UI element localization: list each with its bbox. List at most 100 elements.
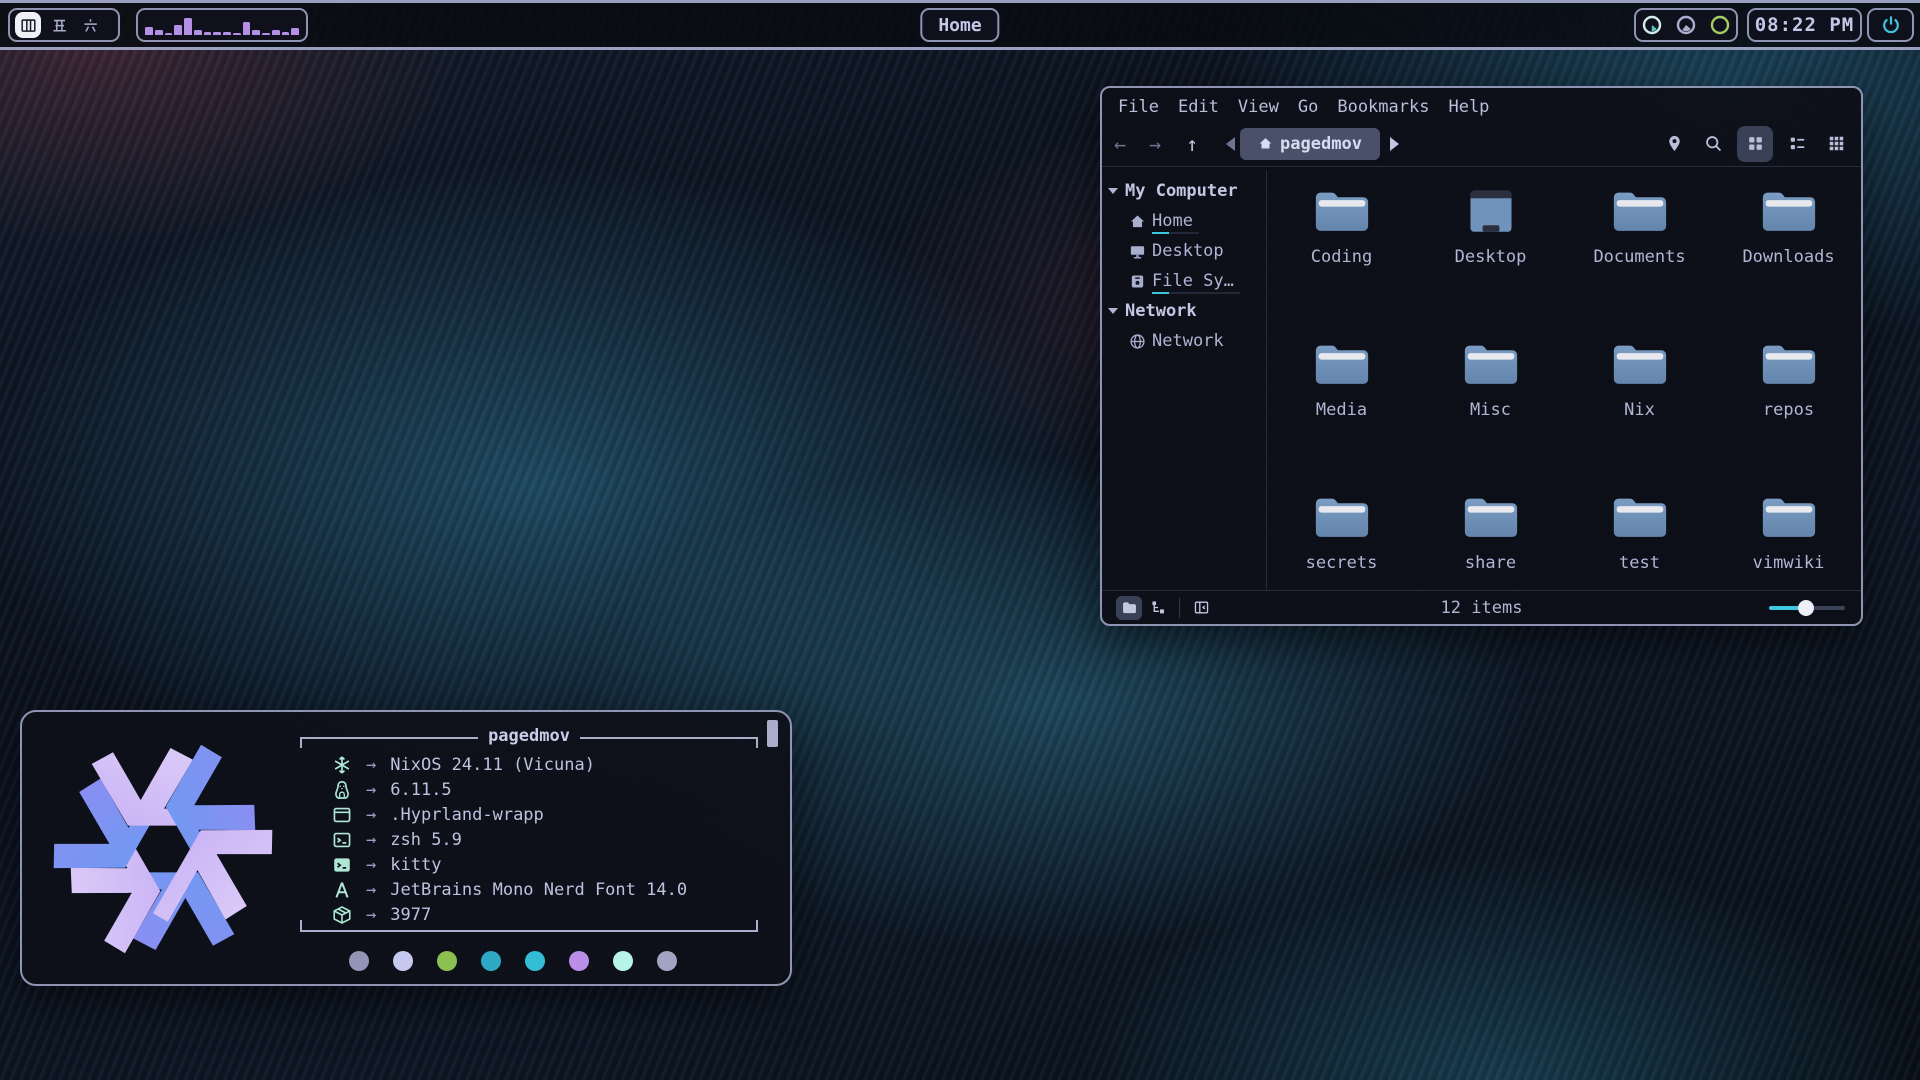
palette-dot bbox=[569, 951, 589, 971]
fetch-row: →.Hyprland-wrapp bbox=[300, 802, 758, 827]
fetch-row: →6.11.5 bbox=[300, 777, 758, 802]
monitor-icon bbox=[1129, 243, 1146, 260]
folder-item[interactable]: Coding bbox=[1267, 184, 1416, 337]
terminal-icon bbox=[332, 855, 352, 875]
workspace-button[interactable] bbox=[77, 12, 103, 38]
menu-edit[interactable]: Edit bbox=[1178, 97, 1219, 117]
show-tree-button[interactable] bbox=[1145, 596, 1171, 620]
gauge-lavender bbox=[1675, 14, 1697, 36]
fetch-rows: → NixOS 24.11 (Vicuna)→6.11.5→.Hyprland-w… bbox=[300, 752, 758, 927]
folder-icon bbox=[1612, 493, 1668, 541]
menu-bar: File Edit View Go Bookmarks Help bbox=[1102, 88, 1861, 121]
folder-item[interactable]: repos bbox=[1714, 337, 1863, 490]
visualizer-bar bbox=[252, 30, 260, 35]
folder-label: Desktop bbox=[1455, 247, 1527, 267]
drive-icon bbox=[1129, 273, 1146, 290]
audio-visualizer bbox=[136, 8, 308, 42]
wm-icon bbox=[332, 805, 352, 825]
icon-zoom-slider[interactable] bbox=[1769, 601, 1845, 615]
desktop-big-icon bbox=[1463, 187, 1519, 235]
font-icon bbox=[332, 880, 352, 900]
forward-button[interactable]: → bbox=[1149, 132, 1161, 156]
show-folders-button[interactable] bbox=[1116, 596, 1142, 620]
palette-dot bbox=[349, 951, 369, 971]
list-view-button[interactable] bbox=[1782, 129, 1812, 159]
folder-item[interactable]: Nix bbox=[1565, 337, 1714, 490]
visualizer-bar bbox=[155, 30, 163, 35]
nixos-logo bbox=[46, 732, 280, 966]
status-bar: 12 items bbox=[1102, 590, 1861, 624]
folder-grid: Coding Desktop DocumentsDownloads Media Misc… bbox=[1266, 170, 1863, 590]
fetch-row: →zsh 5.9 bbox=[300, 827, 758, 852]
workspace-button[interactable] bbox=[46, 12, 72, 38]
palette-dot bbox=[657, 951, 677, 971]
visualizer-bar bbox=[223, 32, 231, 35]
folder-item[interactable]: Desktop bbox=[1416, 184, 1565, 337]
sidebar-item-desktop[interactable]: Desktop bbox=[1102, 236, 1266, 266]
shell-icon bbox=[332, 830, 352, 850]
search-icon[interactable] bbox=[1698, 129, 1728, 159]
folder-item[interactable]: Documents bbox=[1565, 184, 1714, 337]
slider-knob[interactable] bbox=[1798, 600, 1814, 616]
folder-icon bbox=[1314, 187, 1370, 235]
folder-label: share bbox=[1465, 553, 1516, 573]
folder-label: Misc bbox=[1470, 400, 1511, 420]
path-scroll-right-icon[interactable] bbox=[1390, 137, 1399, 151]
menu-view[interactable]: View bbox=[1238, 97, 1279, 117]
fetch-box-bottom bbox=[300, 920, 758, 932]
nixos-icon bbox=[332, 755, 352, 775]
toggle-panel-button[interactable] bbox=[1188, 596, 1214, 620]
visualizer-bar bbox=[262, 33, 270, 35]
menu-help[interactable]: Help bbox=[1448, 97, 1489, 117]
palette-dot bbox=[613, 951, 633, 971]
folder-label: Coding bbox=[1311, 247, 1372, 267]
power-button[interactable] bbox=[1867, 8, 1914, 42]
items-count: 12 items bbox=[1441, 598, 1523, 618]
active-window-title[interactable]: Home bbox=[920, 8, 999, 42]
visualizer-bar bbox=[145, 27, 153, 35]
sidebar-item-label: File Sy… bbox=[1152, 271, 1234, 291]
toolbar-right bbox=[1659, 121, 1851, 166]
folder-icon bbox=[1761, 187, 1817, 235]
palette-dot bbox=[393, 951, 413, 971]
sidebar-section-network[interactable]: Network bbox=[1102, 296, 1266, 326]
file-manager-body: My ComputerHomeDesktopFile Sy…NetworkNet… bbox=[1102, 170, 1861, 590]
menu-file[interactable]: File bbox=[1118, 97, 1159, 117]
statusbar-separator bbox=[1179, 598, 1180, 618]
menu-go[interactable]: Go bbox=[1298, 97, 1318, 117]
path-scroll-left-icon[interactable] bbox=[1226, 137, 1235, 151]
fetch-row: →JetBrains Mono Nerd Font 14.0 bbox=[300, 877, 758, 902]
folder-icon bbox=[1761, 493, 1817, 541]
sidebar-item-file-sy-[interactable]: File Sy… bbox=[1102, 266, 1266, 296]
workspace-switcher bbox=[8, 8, 120, 42]
fetch-value: zsh 5.9 bbox=[390, 830, 462, 850]
sidebar-item-network[interactable]: Network bbox=[1102, 326, 1266, 356]
compact-view-button[interactable] bbox=[1821, 129, 1851, 159]
folder-label: repos bbox=[1763, 400, 1814, 420]
clock: 08:22 PM bbox=[1747, 8, 1862, 42]
sidebar-section-my-computer[interactable]: My Computer bbox=[1102, 176, 1266, 206]
up-button[interactable]: ↑ bbox=[1186, 132, 1198, 156]
home-icon bbox=[1258, 136, 1273, 151]
folder-item[interactable]: Misc bbox=[1416, 337, 1565, 490]
arrow-glyph: → bbox=[366, 780, 376, 800]
location-pin-icon[interactable] bbox=[1659, 129, 1689, 159]
terminal-color-palette bbox=[349, 951, 677, 971]
visualizer-bar bbox=[184, 18, 192, 35]
folder-item[interactable]: Downloads bbox=[1714, 184, 1863, 337]
visualizer-bar bbox=[282, 32, 290, 35]
visualizer-bar bbox=[272, 30, 280, 35]
expander-icon bbox=[1108, 188, 1118, 194]
visualizer-bar bbox=[204, 32, 212, 35]
fetch-value: JetBrains Mono Nerd Font 14.0 bbox=[390, 880, 687, 900]
menu-bookmarks[interactable]: Bookmarks bbox=[1337, 97, 1429, 117]
terminal-window: pagedmov →NixOS 24.11 (Vicuna)→6.11.5→.H… bbox=[20, 710, 792, 986]
file-manager-window: File Edit View Go Bookmarks Help ← → ↑ pagedm… bbox=[1100, 86, 1863, 626]
workspace-button[interactable] bbox=[15, 12, 41, 38]
back-button[interactable]: ← bbox=[1114, 132, 1126, 156]
sidebar-item-home[interactable]: Home bbox=[1102, 206, 1266, 236]
grid-view-button[interactable] bbox=[1737, 126, 1773, 162]
path-segment-button[interactable]: pagedmov bbox=[1240, 128, 1380, 160]
fetch-value: NixOS 24.11 (Vicuna) bbox=[390, 755, 595, 775]
folder-item[interactable]: Media bbox=[1267, 337, 1416, 490]
